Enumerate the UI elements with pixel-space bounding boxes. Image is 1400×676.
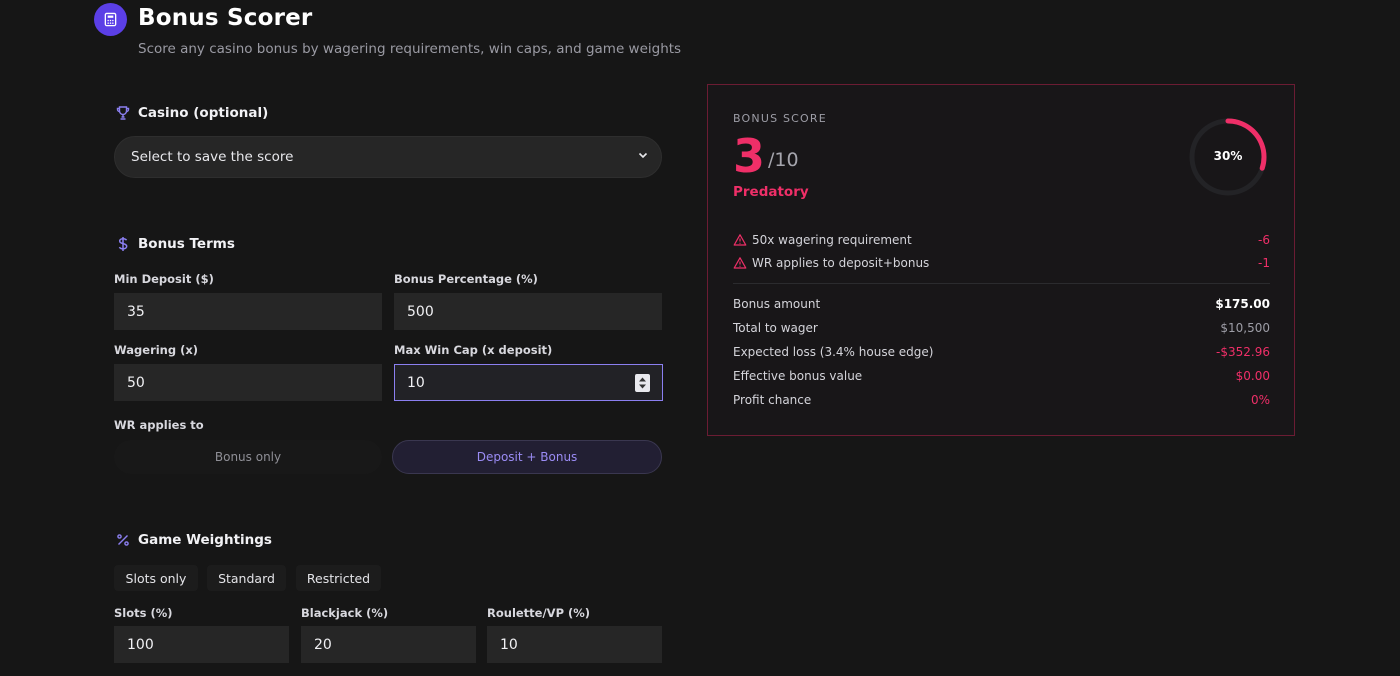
stat-row: Bonus amount $175.00 (733, 297, 1270, 311)
chevron-down-icon (637, 149, 649, 165)
wr-applies-label: WR applies to (114, 418, 204, 432)
wagering-input[interactable]: 50 (114, 364, 382, 401)
casino-section-heading: Casino (optional) (114, 104, 268, 122)
score-rating: Predatory (733, 184, 809, 200)
preset-slots-only-button[interactable]: Slots only (114, 565, 198, 591)
penalty-row: WR applies to deposit+bonus -1 (733, 256, 1270, 270)
min-deposit-input[interactable]: 35 (114, 293, 382, 330)
score-value: 3 (733, 129, 766, 183)
stat-label: Bonus amount (733, 297, 821, 311)
max-win-cap-value: 10 (407, 374, 425, 391)
preset-standard-button[interactable]: Standard (207, 565, 286, 591)
terms-section-heading: Bonus Terms (114, 235, 235, 253)
divider (733, 283, 1270, 284)
casino-heading-label: Casino (optional) (138, 105, 269, 121)
roulette-weight-label: Roulette/VP (%) (487, 606, 591, 620)
max-win-cap-input[interactable]: 10 (394, 364, 663, 401)
score-max: /10 (768, 149, 799, 171)
slots-weight-label: Slots (%) (114, 606, 173, 620)
stat-label: Total to wager (733, 321, 818, 335)
blackjack-weight-label: Blackjack (%) (301, 606, 389, 620)
penalty-row: 50x wagering requirement -6 (733, 233, 1270, 247)
calculator-icon (94, 3, 127, 36)
casino-select-value: Select to save the score (131, 149, 294, 165)
preset-restricted-button[interactable]: Restricted (296, 565, 381, 591)
bonus-percentage-input[interactable]: 500 (394, 293, 662, 330)
page-subtitle: Score any casino bonus by wagering requi… (138, 41, 682, 57)
stat-row: Effective bonus value $0.00 (733, 369, 1270, 383)
number-spinner[interactable] (635, 374, 650, 392)
stat-row: Profit chance 0% (733, 393, 1270, 407)
stat-row: Total to wager $10,500 (733, 321, 1270, 335)
trophy-icon (114, 104, 132, 122)
terms-heading-label: Bonus Terms (138, 236, 235, 252)
penalty-text: WR applies to deposit+bonus (752, 256, 930, 270)
penalty-value: -6 (1258, 233, 1270, 247)
page-title: Bonus Scorer (138, 5, 313, 31)
min-deposit-label: Min Deposit ($) (114, 272, 214, 286)
weights-section-heading: Game Weightings (114, 531, 272, 549)
stat-label: Profit chance (733, 393, 812, 407)
score-card: BONUS SCORE 3 /10 Predatory 30% 50x wage… (707, 84, 1295, 436)
stat-value: $10,500 (1220, 321, 1270, 335)
weights-heading-label: Game Weightings (138, 532, 272, 548)
casino-select[interactable]: Select to save the score (114, 136, 662, 178)
stat-label: Expected loss (3.4% house edge) (733, 345, 934, 359)
stat-value: $175.00 (1215, 297, 1270, 311)
wr-deposit-bonus-button[interactable]: Deposit + Bonus (392, 440, 662, 474)
max-win-cap-label: Max Win Cap (x deposit) (394, 343, 553, 357)
stat-value: -$352.96 (1216, 345, 1270, 359)
warning-icon (733, 257, 747, 269)
wagering-label: Wagering (x) (114, 343, 199, 357)
penalty-value: -1 (1258, 256, 1270, 270)
dollar-icon (114, 235, 132, 253)
slots-weight-input[interactable]: 100 (114, 626, 289, 663)
bonus-percentage-label: Bonus Percentage (%) (394, 272, 538, 286)
score-label: BONUS SCORE (733, 112, 827, 125)
warning-icon (733, 234, 747, 246)
roulette-weight-input[interactable]: 10 (487, 626, 662, 663)
gauge-percent: 30% (1213, 149, 1243, 163)
penalty-text: 50x wagering requirement (752, 233, 912, 247)
stat-value: 0% (1250, 393, 1270, 407)
blackjack-weight-input[interactable]: 20 (301, 626, 476, 663)
wr-bonus-only-button[interactable]: Bonus only (114, 440, 382, 474)
stat-row: Expected loss (3.4% house edge) -$352.96 (733, 345, 1270, 359)
percent-icon (114, 531, 132, 549)
stat-label: Effective bonus value (733, 369, 863, 383)
stat-value: $0.00 (1235, 369, 1270, 383)
